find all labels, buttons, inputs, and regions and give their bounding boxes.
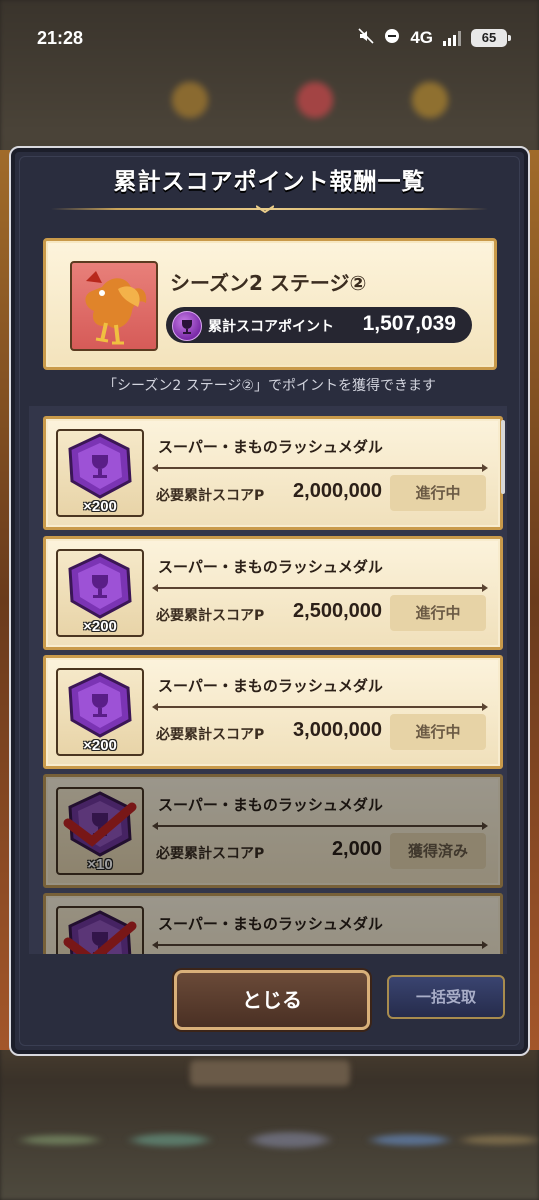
stage-header-card: シーズン2 ステージ② 累計スコアポイント 1,507,039 bbox=[43, 238, 497, 370]
reward-name: スーパー・まものラッシュメダル bbox=[158, 915, 383, 933]
trophy-points-icon bbox=[172, 311, 202, 341]
reward-row: ×200 スーパー・まものラッシュメダル 必要累計スコアP 2,500,000 … bbox=[43, 536, 503, 650]
reward-row-claimed: スーパー・まものラッシュメダル bbox=[43, 893, 503, 954]
row-divider bbox=[152, 941, 488, 949]
row-divider bbox=[152, 703, 488, 711]
reward-item-image: ×200 bbox=[56, 668, 144, 756]
battery-icon: 65 bbox=[471, 29, 511, 47]
required-points-label: 必要累計スコアP bbox=[156, 846, 265, 862]
reward-count: ×200 bbox=[83, 618, 117, 635]
reward-status-button[interactable]: 進行中 bbox=[390, 714, 486, 750]
claimed-check-icon bbox=[63, 802, 137, 847]
status-time: 21:28 bbox=[37, 28, 84, 48]
purple-medal-icon bbox=[68, 433, 132, 499]
reward-item-image: ×200 bbox=[56, 429, 144, 517]
background-bottom-menu bbox=[0, 1080, 539, 1200]
reward-name: スーパー・まものラッシュメダル bbox=[158, 438, 383, 456]
reward-status-button[interactable]: 獲得済み bbox=[390, 833, 486, 869]
reward-row-claimed: ×10 スーパー・まものラッシュメダル 必要累計スコアP 2,000 獲得済み bbox=[43, 774, 503, 888]
stage-name: シーズン2 ステージ② bbox=[170, 271, 367, 295]
background-right-edge bbox=[529, 150, 539, 1050]
purple-medal-icon bbox=[68, 672, 132, 738]
reward-item-image: ×200 bbox=[56, 549, 144, 637]
reward-name: スーパー・まものラッシュメダル bbox=[158, 558, 383, 576]
required-points-value: 2,500,000 bbox=[293, 600, 382, 622]
reward-count: ×200 bbox=[83, 737, 117, 754]
points-label: 累計スコアポイント bbox=[208, 319, 334, 335]
row-divider bbox=[152, 464, 488, 472]
reward-list-dialog: 累計スコアポイント報酬一覧 シーズン2 ステージ② 累計スコアポイント 1,50… bbox=[9, 146, 530, 1056]
reward-row: ×200 スーパー・まものラッシュメダル 必要累計スコアP 3,000,000 … bbox=[43, 655, 503, 769]
title-ornament-icon bbox=[256, 205, 274, 213]
purple-medal-icon bbox=[68, 553, 132, 619]
reward-name: スーパー・まものラッシュメダル bbox=[158, 796, 383, 814]
reward-list[interactable]: ×200 スーパー・まものラッシュメダル 必要累計スコアP 2,000,000 … bbox=[29, 406, 507, 954]
dialog-title: 累計スコアポイント報酬一覧 bbox=[113, 169, 426, 195]
reward-item-image: ×10 bbox=[56, 787, 144, 875]
reward-status-button[interactable]: 進行中 bbox=[390, 595, 486, 631]
network-type: 4G bbox=[410, 28, 433, 47]
required-points-label: 必要累計スコアP bbox=[156, 727, 265, 743]
required-points-value: 2,000 bbox=[331, 838, 382, 860]
required-points-label: 必要累計スコアP bbox=[156, 488, 265, 504]
score-points-pill: 累計スコアポイント 1,507,039 bbox=[166, 307, 472, 343]
row-divider bbox=[152, 822, 488, 830]
reward-count: ×200 bbox=[83, 498, 117, 515]
points-value: 1,507,039 bbox=[362, 312, 456, 335]
reward-count: ×10 bbox=[87, 856, 113, 873]
reward-row: ×200 スーパー・まものラッシュメダル 必要累計スコアP 2,000,000 … bbox=[43, 416, 503, 530]
battery-level: 65 bbox=[481, 30, 497, 45]
dnd-icon bbox=[384, 28, 400, 48]
close-button[interactable]: とじる bbox=[174, 970, 370, 1030]
reward-name: スーパー・まものラッシュメダル bbox=[158, 677, 383, 695]
bulk-claim-button[interactable]: 一括受取 bbox=[387, 975, 505, 1019]
reward-status-button[interactable]: 進行中 bbox=[390, 475, 486, 511]
stage-monster-image bbox=[70, 261, 158, 351]
signal-icon bbox=[443, 30, 461, 46]
status-bar: 21:28 4G 65 bbox=[0, 0, 539, 80]
reward-item-image bbox=[56, 906, 144, 954]
required-points-value: 2,000,000 bbox=[293, 480, 382, 502]
mute-icon bbox=[358, 28, 374, 48]
required-points-label: 必要累計スコアP bbox=[156, 608, 265, 624]
dialog-subtitle: 「シーズン2 ステージ②」でポイントを獲得できます bbox=[103, 378, 436, 394]
row-divider bbox=[152, 584, 488, 592]
list-scrollbar[interactable] bbox=[501, 420, 505, 494]
claimed-check-icon bbox=[63, 921, 137, 954]
required-points-value: 3,000,000 bbox=[293, 719, 382, 741]
